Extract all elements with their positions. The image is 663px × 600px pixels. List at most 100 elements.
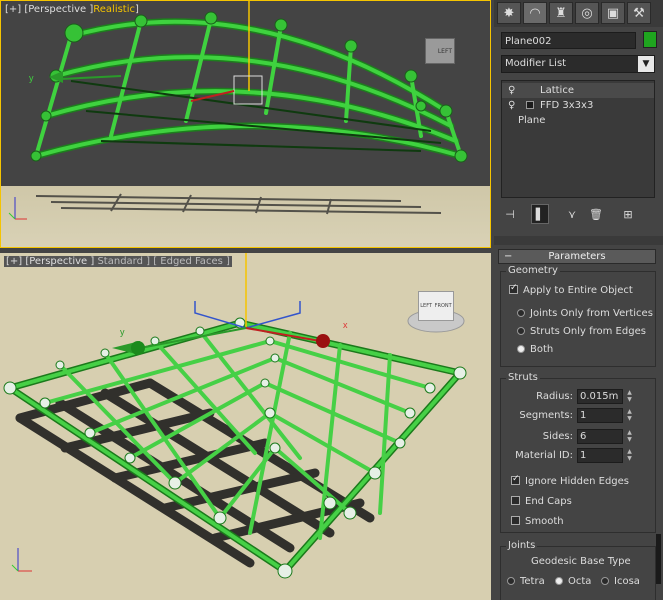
viewport-top-label-prefix[interactable]: [+] [Perspective ] <box>5 4 93 15</box>
checkbox-icon[interactable] <box>511 496 520 505</box>
geodesic-base-type-label: Geodesic Base Type <box>531 556 631 567</box>
viewport-top-shading-mode[interactable]: Realistic <box>93 4 135 15</box>
remove-modifier-icon[interactable]: 🗑 <box>587 204 605 224</box>
apply-entire-object-label: Apply to Entire Object <box>523 285 633 296</box>
material-id-label: Material ID: <box>515 450 573 461</box>
stack-item-ffd[interactable]: ♀ FFD 3x3x3 <box>502 98 654 113</box>
geometry-group-title: Geometry <box>506 265 560 276</box>
viewcube-bottom[interactable]: LEFT FRONT <box>418 291 454 321</box>
rollout-title: Parameters <box>548 251 606 262</box>
viewport-bottom-shading-mode[interactable]: Standard ] [ Edged Faces ] <box>97 256 229 267</box>
joints-group: Joints Geodesic Base Type Tetra Octa Ico… <box>500 540 656 600</box>
smooth-checkbox[interactable]: Smooth <box>511 516 564 527</box>
stack-item-label: Plane <box>518 115 546 126</box>
segments-spinner[interactable]: 1 <box>577 408 623 423</box>
stack-item-lattice[interactable]: ♀ Lattice <box>502 83 654 98</box>
stack-item-label: FFD 3x3x3 <box>540 100 594 111</box>
sides-spinner[interactable]: 6 <box>577 429 623 444</box>
modifier-list-dropdown[interactable]: Modifier List ▼ <box>501 55 655 73</box>
panel-scrollbar[interactable] <box>656 534 661 584</box>
object-color-swatch[interactable] <box>643 31 657 48</box>
configure-sets-icon[interactable]: ⊞ <box>619 204 637 224</box>
radio-icon[interactable] <box>555 577 563 585</box>
end-caps-label: End Caps <box>525 496 572 507</box>
geometry-group: Geometry Apply to Entire Object Joints O… <box>500 265 656 367</box>
joints-only-radio[interactable]: Joints Only from Vertices <box>517 308 653 319</box>
ignore-hidden-edges-label: Ignore Hidden Edges <box>525 476 630 487</box>
show-end-result-icon[interactable]: ▌ <box>531 204 549 224</box>
parameters-rollout-header[interactable]: − Parameters <box>498 249 656 264</box>
hierarchy-icon[interactable]: ♜ <box>549 2 573 24</box>
create-icon[interactable]: ✸ <box>497 2 521 24</box>
checkbox-icon[interactable] <box>509 283 518 294</box>
lightbulb-icon[interactable]: ♀ <box>508 98 515 113</box>
modifier-list-label: Modifier List <box>505 58 567 69</box>
modifier-stack[interactable]: ♀ Lattice ♀ FFD 3x3x3 Plane <box>501 80 655 198</box>
spinner-arrows-icon[interactable]: ▲ ▼ <box>625 408 634 423</box>
struts-group-title: Struts <box>506 372 540 383</box>
viewport-top[interactable]: y [+] [Perspective ]Realistic] LEFT <box>0 0 491 248</box>
display-icon[interactable]: ▣ <box>601 2 625 24</box>
command-panel: ✸ ◠ ♜ ◎ ▣ ⚒ Plane002 Modifier List ▼ ♀ L… <box>494 0 663 600</box>
stack-item-plane[interactable]: Plane <box>502 113 654 128</box>
tetra-radio[interactable]: Tetra <box>507 576 545 587</box>
radio-icon[interactable] <box>517 309 525 317</box>
struts-only-label: Struts Only from Edges <box>530 326 646 337</box>
chevron-down-icon[interactable]: ▼ <box>638 56 654 72</box>
svg-text:x: x <box>343 320 348 330</box>
radius-spinner[interactable]: 0.015m <box>577 389 623 404</box>
viewcube-bottom-face-left: LEFT <box>420 303 433 309</box>
panel-divider <box>494 236 663 245</box>
octa-radio[interactable]: Octa <box>555 576 591 587</box>
struts-only-radio[interactable]: Struts Only from Edges <box>517 326 646 337</box>
joints-only-label: Joints Only from Vertices <box>530 308 653 319</box>
pin-stack-icon[interactable]: ⊣ <box>501 204 519 224</box>
material-id-spinner[interactable]: 1 <box>577 448 623 463</box>
modify-icon[interactable]: ◠ <box>523 2 547 24</box>
checkbox-icon[interactable] <box>511 516 520 525</box>
motion-icon[interactable]: ◎ <box>575 2 599 24</box>
end-caps-checkbox[interactable]: End Caps <box>511 496 572 507</box>
viewport-bottom-label-prefix[interactable]: [+] [Perspective ] <box>6 256 94 267</box>
radio-icon[interactable] <box>507 577 515 585</box>
icosa-radio[interactable]: Icosa <box>601 576 640 587</box>
svg-text:y: y <box>120 327 125 337</box>
lightbulb-icon[interactable]: ♀ <box>508 83 515 98</box>
joints-group-title: Joints <box>506 540 538 551</box>
radio-icon[interactable] <box>517 327 525 335</box>
viewcube-bottom-face-front: FRONT <box>434 303 452 309</box>
spinner-arrows-icon[interactable]: ▲ ▼ <box>625 448 634 463</box>
radio-icon[interactable] <box>517 345 525 353</box>
viewcube-top-face-label: LEFT <box>437 48 452 55</box>
utilities-icon[interactable]: ⚒ <box>627 2 651 24</box>
spinner-arrows-icon[interactable]: ▲ ▼ <box>625 389 634 404</box>
stack-item-label: Lattice <box>540 85 574 96</box>
both-label: Both <box>530 344 554 355</box>
segments-label: Segments: <box>519 410 573 421</box>
smooth-label: Smooth <box>525 516 564 527</box>
sides-label: Sides: <box>542 431 573 442</box>
octa-label: Octa <box>568 576 592 587</box>
viewport-top-canvas: y <box>1 1 490 247</box>
viewport-top-label[interactable]: [+] [Perspective ]Realistic] <box>5 4 139 15</box>
apply-entire-object-checkbox[interactable]: Apply to Entire Object <box>509 283 633 296</box>
radius-label: Radius: <box>536 391 573 402</box>
expand-box-icon[interactable] <box>526 101 534 109</box>
spinner-arrows-icon[interactable]: ▲ ▼ <box>625 429 634 444</box>
ignore-hidden-edges-checkbox[interactable]: Ignore Hidden Edges <box>511 474 630 487</box>
make-unique-icon[interactable]: ⋎ <box>563 204 581 224</box>
collapse-icon[interactable]: − <box>504 250 512 263</box>
checkbox-icon[interactable] <box>511 474 520 485</box>
viewcube-top[interactable]: LEFT <box>425 38 455 64</box>
icosa-label: Icosa <box>614 576 640 587</box>
viewport-bottom-label[interactable]: [+] [Perspective ] Standard ] [ Edged Fa… <box>4 256 232 267</box>
both-radio[interactable]: Both <box>517 344 553 355</box>
struts-group: Struts Radius: 0.015m ▲ ▼ Segments: 1 ▲ ▼ … <box>500 372 656 533</box>
radio-icon[interactable] <box>601 577 609 585</box>
viewport-bottom[interactable]: x y [+] [Perspective ] Standard ] [ Edge… <box>0 253 491 600</box>
svg-text:y: y <box>29 73 34 83</box>
command-panel-tabs: ✸ ◠ ♜ ◎ ▣ ⚒ <box>494 0 663 27</box>
object-name-field[interactable]: Plane002 <box>501 32 636 49</box>
tetra-label: Tetra <box>520 576 545 587</box>
stack-toolbar: ⊣ ▌ ⋎ 🗑 ⊞ <box>501 204 655 226</box>
